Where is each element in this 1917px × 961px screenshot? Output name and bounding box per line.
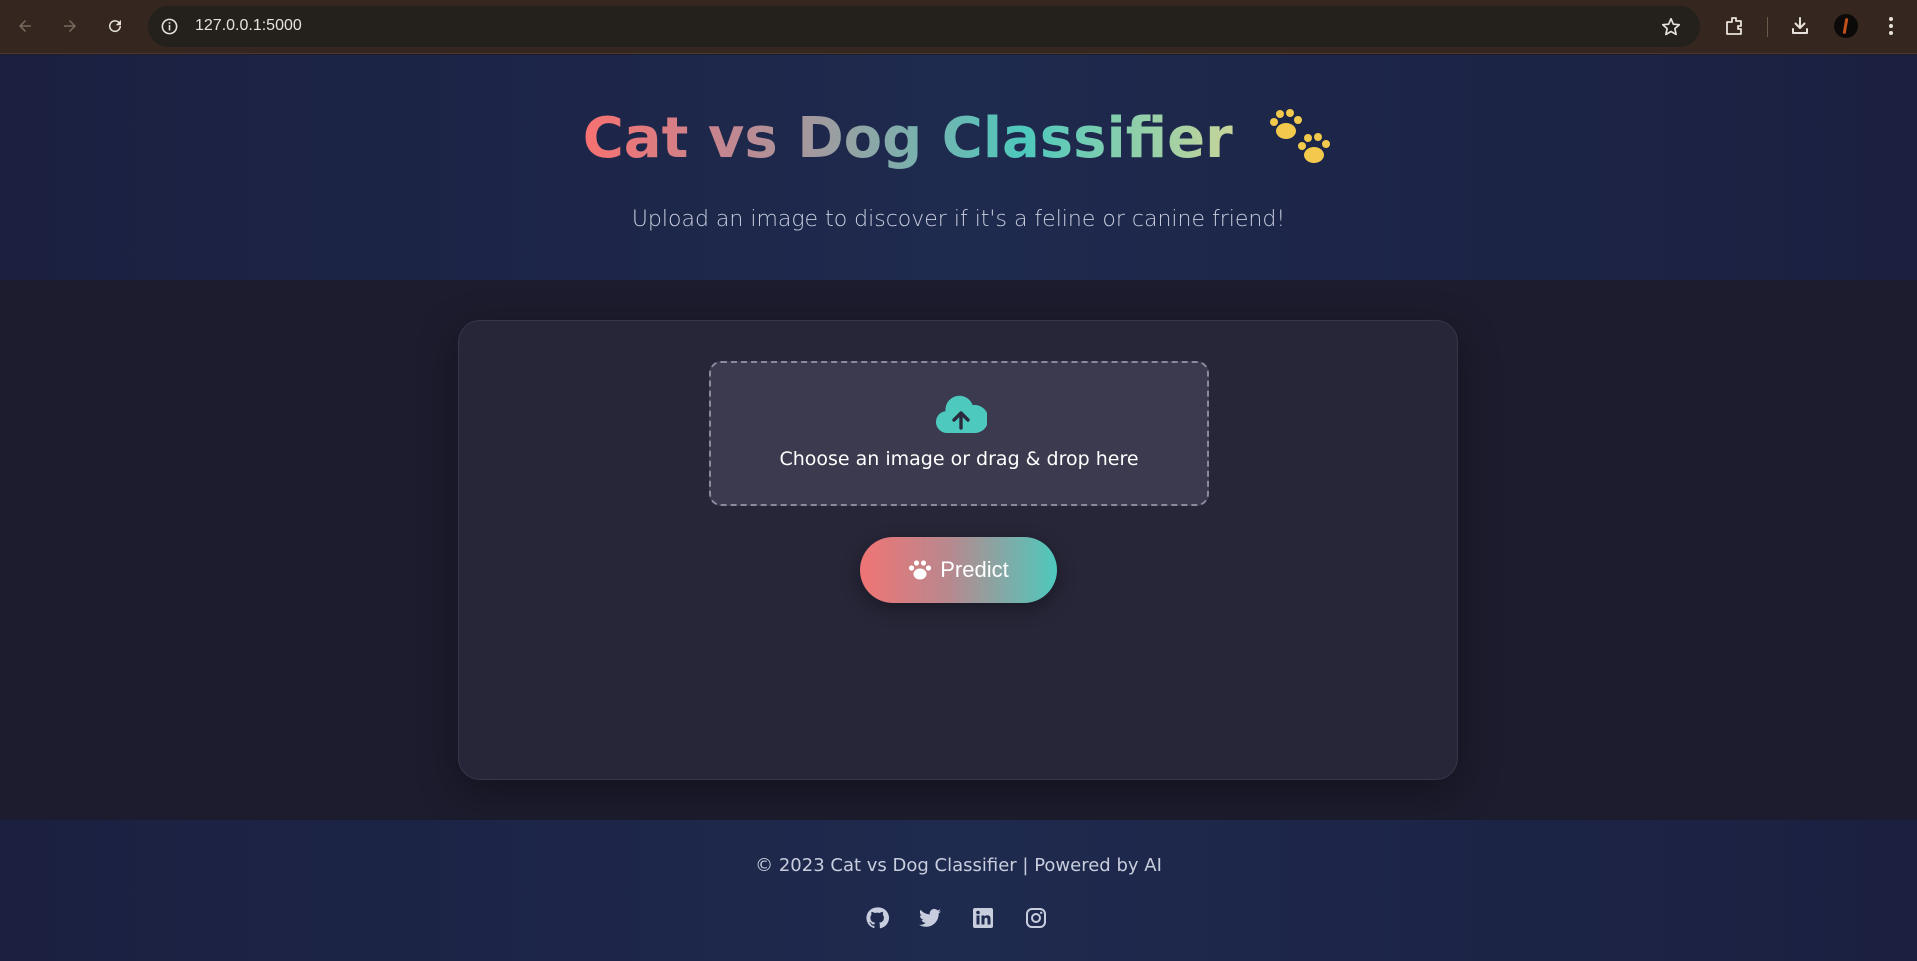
address-bar[interactable]: 127.0.0.1:5000 (148, 6, 1700, 47)
classifier-card: Choose an image or drag & drop here Pred… (458, 320, 1458, 780)
page-title: Cat vs Dog Classifier (0, 105, 1917, 172)
site-info-icon[interactable] (160, 17, 179, 36)
linkedin-icon[interactable] (971, 906, 995, 930)
page-subtitle: Upload an image to discover if it's a fe… (631, 207, 1286, 232)
reload-icon[interactable] (102, 13, 128, 39)
instagram-icon[interactable] (1024, 906, 1048, 930)
copyright-text: © 2023 Cat vs Dog Classifier | Powered b… (755, 855, 1162, 876)
url-text[interactable]: 127.0.0.1:5000 (195, 17, 302, 35)
github-icon[interactable] (865, 906, 889, 930)
extensions-icon[interactable] (1722, 14, 1746, 38)
bookmark-star-icon[interactable] (1660, 16, 1682, 38)
upload-label[interactable]: Choose an image or drag & drop here (711, 448, 1207, 470)
page-header: Cat vs Dog Classifier Upload an image to… (0, 55, 1917, 280)
predict-button[interactable]: Predict (860, 537, 1057, 603)
browser-toolbar: 127.0.0.1:5000 (0, 0, 1917, 54)
toolbar-divider (1767, 17, 1768, 37)
predict-button-label: Predict (940, 557, 1009, 582)
twitter-icon[interactable] (918, 906, 942, 930)
kebab-menu-icon[interactable] (1879, 14, 1903, 38)
paw-icon (1270, 108, 1331, 163)
back-arrow-icon[interactable] (12, 13, 38, 39)
forward-arrow-icon[interactable] (57, 13, 83, 39)
profile-avatar[interactable] (1834, 14, 1858, 38)
page-footer: © 2023 Cat vs Dog Classifier | Powered b… (0, 820, 1917, 961)
upload-dropzone[interactable]: Choose an image or drag & drop here (709, 361, 1209, 506)
cloud-upload-icon (936, 395, 987, 434)
page-title-text: Cat vs Dog Classifier (582, 106, 1233, 171)
social-links (865, 906, 1048, 930)
paw-icon (909, 560, 932, 580)
download-icon[interactable] (1788, 14, 1812, 38)
